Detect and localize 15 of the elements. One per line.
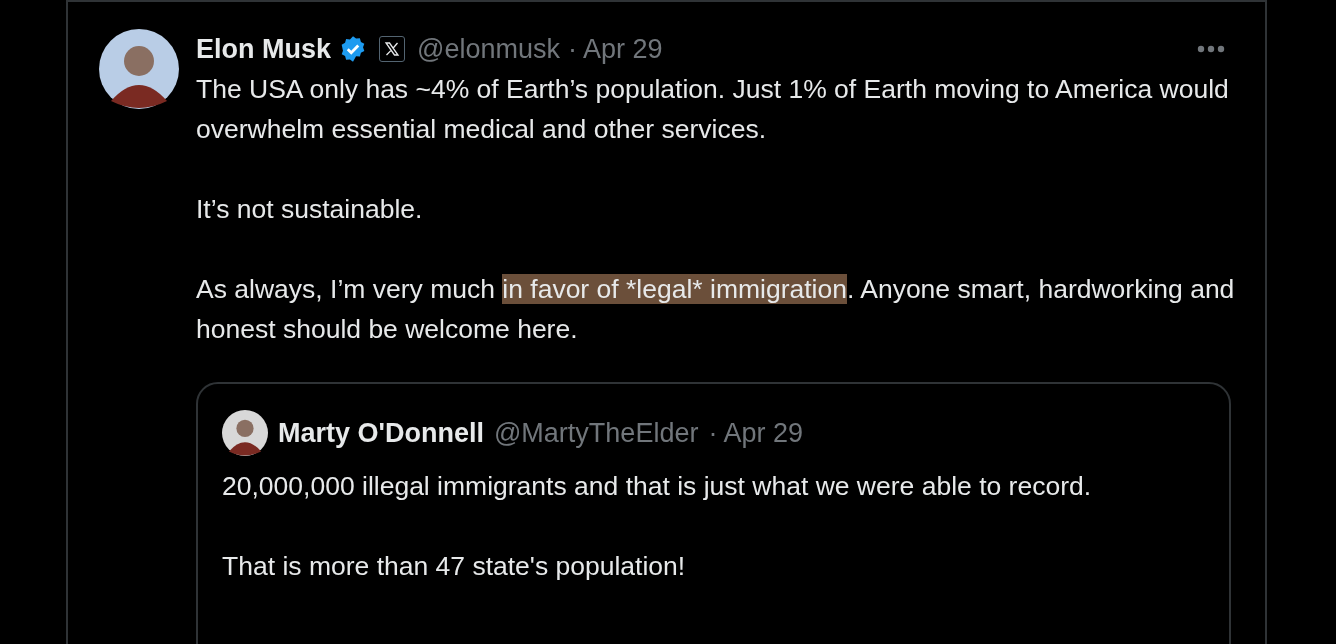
x-logo-icon bbox=[379, 36, 405, 62]
tweet-text: The USA only has ~4% of Earth’s population. Just 1% of Earth moving to America would overwhelm essential medical and other services. bbox=[196, 73, 1230, 146]
author-name[interactable]: Elon Musk bbox=[196, 33, 331, 65]
tweet-text: As always, I’m very much in favor of *legal* immigration. Anyone smart, hardworking and honest should be welcome here. bbox=[196, 273, 1235, 346]
avatar bbox=[222, 410, 268, 456]
author-name[interactable]: Marty O'Donnell bbox=[278, 417, 484, 449]
post-date[interactable]: · Apr 29 bbox=[568, 33, 663, 65]
more-icon[interactable] bbox=[1197, 45, 1225, 53]
tweet-text: It’s not sustainable. bbox=[196, 193, 424, 226]
author-handle[interactable]: @elonmusk bbox=[417, 33, 560, 65]
post-date[interactable]: · Apr 29 bbox=[708, 417, 803, 449]
quoted-text: That is more than 47 state's population! bbox=[222, 550, 687, 583]
quoted-post-card[interactable]: Marty O'Donnell @MartyTheElder · Apr 29 20,000,000 illegal immigrants and that is just what we were able to record. That is more than 47 state's population! bbox=[196, 382, 1231, 644]
quoted-text: 20,000,000 illegal immigrants and that is just what we were able to record. bbox=[222, 470, 1093, 503]
author-handle[interactable]: @MartyTheElder bbox=[493, 417, 699, 449]
